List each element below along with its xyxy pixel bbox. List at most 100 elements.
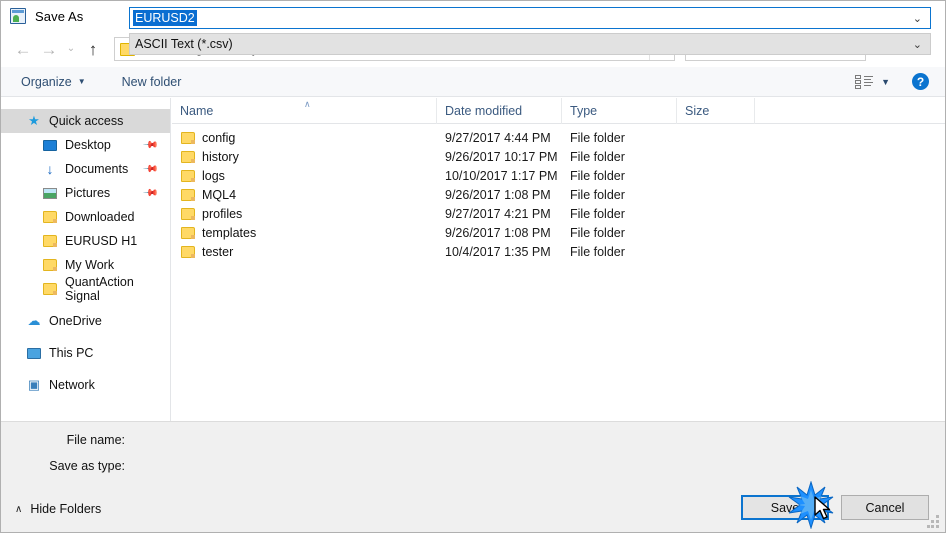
sidebar-item-eurusd-h1[interactable]: EURUSD H1 [1,229,170,253]
sidebar-item-label: Desktop [65,138,111,152]
table-row[interactable]: logs 10/10/2017 1:17 PM File folder [172,166,945,185]
sidebar-item-label: This PC [49,346,94,360]
sidebar-item-label: Network [49,378,95,392]
file-name-cell[interactable]: MQL4 [172,188,437,202]
pin-icon[interactable]: 📌 [141,185,158,202]
save-as-type-label: Save as type: [49,459,125,473]
sidebar-item-network[interactable]: ▣ Network [1,373,170,397]
download-arrow-icon: ↓ [46,161,54,177]
new-folder-label: New folder [121,74,182,89]
up-icon[interactable]: ↑ [80,36,106,62]
file-name-cell[interactable]: tester [172,245,437,259]
table-row[interactable]: profiles 9/27/2017 4:21 PM File folder [172,204,945,223]
file-name-text: templates [202,225,257,240]
chevron-down-icon: ▼ [77,77,86,86]
file-name-cell[interactable]: config [172,131,437,145]
navigation-sidebar: ★ Quick access Desktop 📌 ↓ Documents 📌 Pictures… [1,98,171,421]
file-name-cell[interactable]: templates [172,226,437,240]
save-button[interactable]: Save [741,495,829,520]
folder-icon [181,131,195,144]
forward-icon[interactable]: → [36,36,62,62]
sidebar-item-documents[interactable]: ↓ Documents 📌 [1,157,170,181]
save-as-app-icon [10,8,26,24]
file-name-value[interactable]: EURUSD2 [133,10,197,26]
network-icon: ▣ [27,377,41,392]
sidebar-item-label: QuantAction Signal [65,275,134,303]
hide-folders-label: Hide Folders [30,502,102,516]
folder-icon [41,281,59,297]
save-as-type-select[interactable]: ASCII Text (*.csv) ⌄ [129,33,931,55]
organize-button[interactable]: Organize ▼ [15,70,92,94]
new-folder-button[interactable]: New folder [116,70,188,94]
chevron-down-icon[interactable]: ▼ [881,77,890,87]
sidebar-item-label: EURUSD H1 [65,234,138,248]
star-icon: ★ [28,113,40,128]
table-row[interactable]: templates 9/26/2017 1:08 PM File folder [172,223,945,242]
file-name-input[interactable]: EURUSD2 ⌄ [129,7,931,29]
folder-icon [181,245,195,258]
date-modified-cell: 9/27/2017 4:21 PM [445,206,551,221]
hide-folders-button[interactable]: ∧ Hide Folders [15,502,101,516]
recent-locations-icon[interactable]: ⌄ [62,36,80,62]
this-pc-icon [25,345,43,361]
sidebar-item-onedrive[interactable]: ☁ OneDrive [1,309,170,333]
sidebar-item-quick-access[interactable]: ★ Quick access [1,109,170,133]
file-name-text: MQL4 [202,187,237,202]
type-cell: File folder [570,206,625,221]
file-rows: config 9/27/2017 4:44 PM File folder histor… [172,124,945,261]
type-cell: File folder [570,130,625,145]
sidebar-item-quantaction-signal[interactable]: QuantAction Signal [1,275,170,303]
sidebar-item-desktop[interactable]: Desktop 📌 [1,133,170,157]
cancel-button[interactable]: Cancel [841,495,929,520]
folder-icon [181,226,195,239]
column-header-name[interactable]: Name ∧ [172,98,437,124]
column-header-row: Name ∧ Date modified Type Size [172,98,945,124]
organize-label: Organize [21,74,72,89]
table-row[interactable]: MQL4 9/26/2017 1:08 PM File folder [172,185,945,204]
sidebar-item-label: Pictures [65,186,111,200]
column-label: Name [180,103,214,118]
table-row[interactable]: tester 10/4/2017 1:35 PM File folder [172,242,945,261]
pin-icon[interactable]: 📌 [141,161,158,178]
table-row[interactable]: config 9/27/2017 4:44 PM File folder [172,128,945,147]
column-header-type[interactable]: Type [562,98,677,124]
file-name-label: File name: [66,433,125,447]
help-icon[interactable]: ? [912,73,929,90]
sidebar-item-this-pc[interactable]: This PC [1,341,170,365]
resize-grip[interactable] [927,515,941,529]
column-header-date-modified[interactable]: Date modified [437,98,562,124]
table-row[interactable]: history 9/26/2017 10:17 PM File folder [172,147,945,166]
folder-icon [181,169,195,182]
column-header-size[interactable]: Size [677,98,755,124]
pin-icon[interactable]: 📌 [141,137,158,154]
save-as-dialog: Save As ✕ ← → ⌄ ↑ « Roaming › MetaQuotes… [0,0,946,533]
sidebar-item-my-work[interactable]: My Work [1,253,170,277]
chevron-down-icon[interactable]: ⌄ [913,12,922,25]
back-icon[interactable]: ← [10,36,36,62]
date-modified-cell: 10/4/2017 1:35 PM [445,244,551,259]
folder-icon [41,257,59,273]
window-title: Save As [35,8,84,24]
type-cell: File folder [570,244,625,259]
sidebar-item-label: Downloaded [65,210,135,224]
sidebar-item-pictures[interactable]: Pictures 📌 [1,181,170,205]
chevron-down-icon[interactable]: ⌄ [913,38,922,51]
file-name-cell[interactable]: history [172,150,437,164]
onedrive-cloud-icon: ☁ [27,313,41,328]
folder-icon [181,188,195,201]
type-cell: File folder [570,168,625,183]
date-modified-cell: 9/26/2017 1:08 PM [445,225,551,240]
pictures-icon [41,185,59,201]
save-as-type-value: ASCII Text (*.csv) [135,37,233,51]
file-name-cell[interactable]: logs [172,169,437,183]
file-name-cell[interactable]: profiles [172,207,437,221]
view-mode-icon[interactable] [855,74,875,90]
date-modified-cell: 9/27/2017 4:44 PM [445,130,551,145]
sidebar-item-label: Documents [65,162,129,176]
desktop-icon [41,137,59,153]
folder-icon [181,207,195,220]
sidebar-item-downloaded[interactable]: Downloaded [1,205,170,229]
folder-icon [41,233,59,249]
